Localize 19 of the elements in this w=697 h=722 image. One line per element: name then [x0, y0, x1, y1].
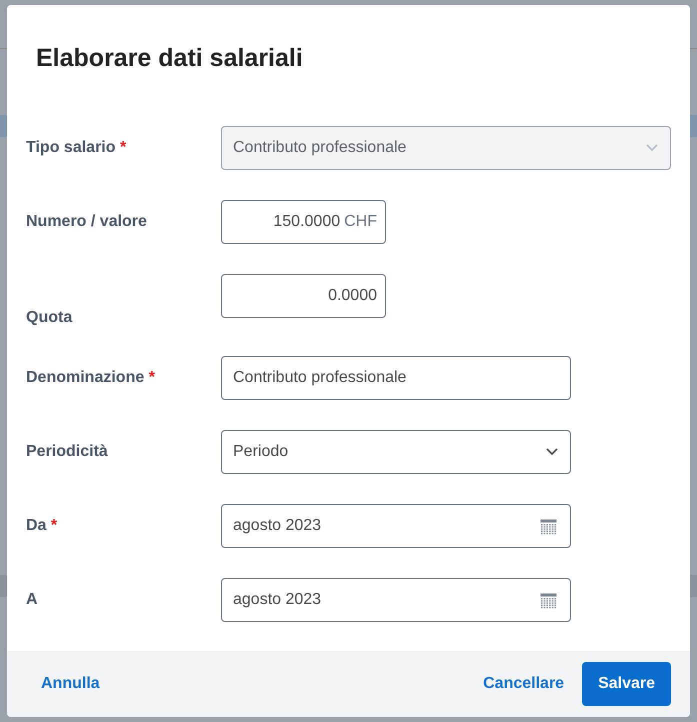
save-button[interactable]: Salvare — [582, 662, 671, 706]
calendar-icon — [540, 592, 557, 608]
field-label: Tipo salario * — [25, 138, 128, 158]
link-button[interactable]: Annulla — [41, 672, 100, 696]
date-field[interactable]: agosto 2023 — [221, 578, 571, 622]
field-label: Quota — [25, 308, 74, 328]
link-button[interactable]: Cancellare — [483, 672, 564, 696]
field-label: Periodicità — [25, 442, 109, 462]
field-label: Numero / valore — [25, 212, 148, 232]
input-field[interactable]: Contributo professionale — [221, 356, 571, 400]
field-label: A — [25, 590, 39, 610]
field-label: Da * — [25, 516, 58, 536]
calendar-icon — [540, 518, 557, 534]
input-field[interactable]: 150.0000 CHF — [221, 200, 386, 244]
date-field[interactable]: agosto 2023 — [221, 504, 571, 548]
input-field[interactable]: 0.0000 — [221, 274, 386, 318]
field-label: Denominazione * — [25, 368, 156, 388]
dropdown[interactable]: Periodo — [221, 430, 571, 474]
dialog-title: Elaborare dati salariali — [36, 43, 304, 73]
